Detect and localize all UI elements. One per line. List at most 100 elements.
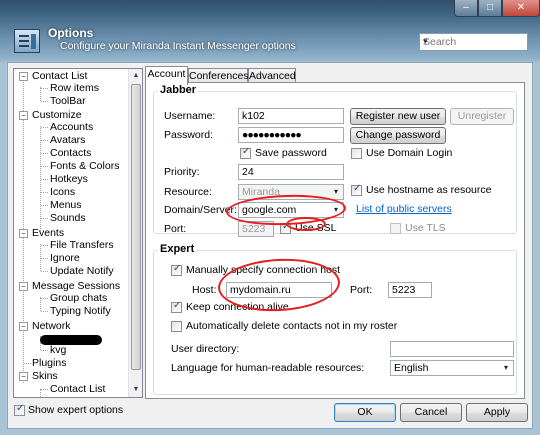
manual-host-checkbox[interactable]	[171, 263, 182, 276]
host-field[interactable]: mydomain.ru	[226, 282, 332, 298]
keep-alive-checkbox[interactable]	[171, 300, 182, 313]
user-directory-label: User directory:	[171, 343, 240, 355]
tree-item-icons[interactable]: Icons	[50, 186, 75, 199]
cancel-button[interactable]: Cancel	[400, 403, 462, 422]
tree-branch-line	[40, 389, 41, 397]
tree-item-hotkeys[interactable]: Hotkeys	[50, 173, 88, 186]
chevron-down-icon[interactable]: ▾	[329, 185, 343, 199]
tab-account[interactable]: Account	[145, 66, 188, 85]
save-password-label[interactable]: Save password	[255, 147, 327, 159]
window-subtitle: Configure your Miranda Instant Messenger…	[60, 40, 296, 52]
expand-toggle-network[interactable]: −	[19, 322, 28, 331]
scroll-down-arrow-icon[interactable]: ▼	[129, 383, 142, 397]
use-domain-login-label[interactable]: Use Domain Login	[366, 147, 452, 159]
register-new-user-button[interactable]: Register new user	[350, 108, 446, 125]
scrollbar-thumb[interactable]	[131, 84, 141, 370]
tree-item-update-notify[interactable]: Update Notify	[50, 265, 114, 278]
scroll-up-arrow-icon[interactable]: ▲	[129, 69, 142, 83]
tree-connector	[41, 192, 48, 193]
tree-connector	[41, 350, 48, 351]
tree-item-file-transfers[interactable]: File Transfers	[50, 239, 114, 252]
expand-toggle-message-sessions[interactable]: −	[19, 282, 28, 291]
options-app-icon	[14, 29, 40, 53]
change-password-button[interactable]: Change password	[350, 127, 446, 144]
tree-connector	[41, 389, 48, 390]
show-expert-options-label[interactable]: Show expert options	[28, 404, 123, 416]
tree-connector	[41, 218, 48, 219]
chevron-down-icon[interactable]: ▾	[499, 361, 513, 375]
expert-port-field[interactable]: 5223	[388, 282, 432, 298]
expand-toggle-events[interactable]: −	[19, 229, 28, 238]
language-combo[interactable]: English ▾	[390, 360, 514, 376]
expand-toggle-contact-list[interactable]: −	[19, 72, 28, 81]
close-button[interactable]: ✕	[502, 0, 540, 17]
tree-item-ignore[interactable]: Ignore	[50, 252, 80, 265]
manual-host-label[interactable]: Manually specify connection host	[186, 264, 340, 276]
user-directory-field[interactable]	[390, 341, 514, 357]
tree-scrollbar[interactable]: ▲ ▼	[128, 69, 142, 397]
use-hostname-label[interactable]: Use hostname as resource	[366, 184, 491, 196]
domain-server-combo[interactable]: google.com ▾	[238, 202, 344, 218]
use-domain-login-checkbox[interactable]	[351, 148, 362, 159]
tree-connector	[41, 258, 48, 259]
tree-item-group-chats[interactable]: Group chats	[50, 292, 107, 305]
tree-item-plugins[interactable]: Plugins	[32, 357, 66, 370]
use-tls-checkbox[interactable]	[390, 223, 401, 234]
auto-delete-label[interactable]: Automatically delete contacts not in my …	[186, 320, 397, 332]
tree-connector	[41, 271, 48, 272]
tree-connector	[41, 101, 48, 102]
username-field[interactable]: k102	[238, 108, 344, 124]
tree-connector	[41, 298, 48, 299]
apply-button[interactable]: Apply	[466, 403, 528, 422]
use-tls-label[interactable]: Use TLS	[405, 222, 446, 234]
account-panel: Jabber Username: k102 Register new user …	[145, 82, 525, 399]
tree-item-avatars[interactable]: Avatars	[50, 134, 85, 147]
tree-branch-line	[40, 87, 41, 101]
tree-connector	[41, 140, 48, 141]
expand-toggle-customize[interactable]: −	[19, 111, 28, 120]
save-password-checkbox[interactable]	[240, 146, 251, 159]
chevron-down-icon[interactable]: ▾	[423, 36, 524, 47]
show-expert-options-checkbox[interactable]	[14, 403, 25, 416]
tree-connector	[41, 127, 48, 128]
use-ssl-checkbox[interactable]	[280, 221, 291, 234]
tree-item-row-items[interactable]: Row items	[50, 82, 99, 95]
resource-combo[interactable]: Miranda ▾	[238, 184, 344, 200]
tree-connector	[41, 153, 48, 154]
tree-item-menus[interactable]: Menus	[50, 199, 82, 212]
tree-item-fonts-colors[interactable]: Fonts & Colors	[50, 160, 119, 173]
minimize-button[interactable]: –	[454, 0, 478, 17]
domain-server-label: Domain/Server:	[164, 204, 237, 216]
tree-item-typing-notify[interactable]: Typing Notify	[50, 305, 111, 318]
host-label: Host:	[192, 284, 217, 296]
priority-field[interactable]: 24	[238, 164, 344, 180]
keep-alive-label[interactable]: Keep connection alive	[186, 301, 289, 313]
public-servers-link[interactable]: List of public servers	[356, 203, 452, 215]
options-window: – □ ✕ Options Configure your Miranda Ins…	[0, 0, 540, 435]
tree-connector	[41, 205, 48, 206]
tree-item-skins[interactable]: Skins	[32, 370, 58, 383]
window-title: Options	[48, 26, 94, 40]
options-tree[interactable]: − Contact List Row items ToolBar − Custo…	[13, 68, 143, 398]
port-label: Port:	[164, 223, 187, 235]
tree-item-toolbar[interactable]: ToolBar	[50, 95, 86, 108]
port-field[interactable]: 5223	[238, 221, 274, 237]
tree-connector	[24, 363, 31, 364]
tree-item-contacts[interactable]: Contacts	[50, 147, 91, 160]
auto-delete-checkbox[interactable]	[171, 321, 182, 332]
chevron-down-icon[interactable]: ▾	[329, 203, 343, 217]
tree-item-skins-contact-list[interactable]: Contact List	[50, 383, 105, 396]
ok-button[interactable]: OK	[334, 403, 396, 422]
expand-toggle-skins[interactable]: −	[19, 372, 28, 381]
unregister-button[interactable]: Unregister	[450, 108, 514, 125]
tree-item-network[interactable]: Network	[32, 320, 71, 333]
password-field[interactable]: ●●●●●●●●●●●	[238, 127, 344, 143]
tree-item-kvg[interactable]: kvg	[50, 344, 66, 357]
maximize-button[interactable]: □	[478, 0, 502, 17]
use-hostname-checkbox[interactable]	[351, 183, 362, 196]
tree-item-accounts[interactable]: Accounts	[50, 121, 93, 134]
tree-item-sounds[interactable]: Sounds	[50, 212, 86, 225]
tree-connector	[41, 245, 48, 246]
use-ssl-label[interactable]: Use SSL	[295, 222, 336, 234]
search-combo[interactable]: Search ▾	[419, 33, 528, 51]
